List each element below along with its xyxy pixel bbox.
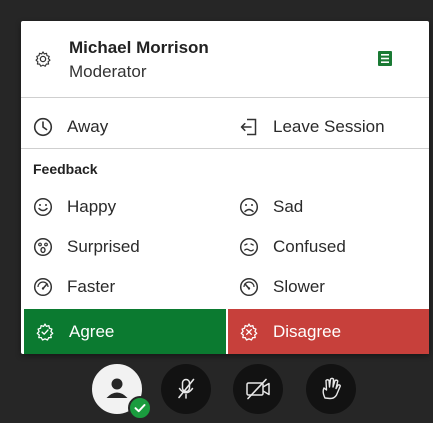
agree-icon [36, 322, 54, 341]
happy-face-icon [33, 197, 53, 217]
gear-icon[interactable] [34, 50, 52, 68]
away-label: Away [67, 117, 109, 136]
user-header: Michael Morrison Moderator [21, 21, 429, 96]
away-button[interactable]: Away [33, 113, 108, 141]
camera-off-icon [246, 378, 270, 400]
check-icon [134, 404, 146, 413]
divider [21, 148, 429, 149]
feedback-label: Sad [273, 197, 304, 216]
leave-session-label: Leave Session [273, 117, 385, 136]
media-toolbar [0, 358, 433, 420]
user-status-icon [106, 378, 128, 398]
disagree-button[interactable]: Disagree [228, 309, 429, 354]
feedback-confused-button[interactable]: Confused [239, 233, 346, 261]
camera-button[interactable] [233, 364, 283, 414]
confused-face-icon [239, 237, 259, 257]
raise-hand-icon [322, 377, 341, 400]
divider [21, 97, 429, 98]
feedback-sad-button[interactable]: Sad [239, 193, 303, 221]
feedback-label: Surprised [67, 237, 140, 256]
speedometer-slow-icon [239, 277, 259, 297]
speedometer-fast-icon [33, 277, 53, 297]
disagree-icon [240, 322, 258, 341]
feedback-label: Faster [67, 277, 116, 296]
microphone-button[interactable] [161, 364, 211, 414]
list-icon[interactable] [378, 51, 392, 66]
surprised-face-icon [33, 237, 53, 257]
agree-label: Agree [69, 321, 115, 341]
feedback-label: Slower [273, 277, 325, 296]
microphone-muted-icon [178, 378, 195, 399]
disagree-label: Disagree [273, 321, 342, 341]
user-name: Michael Morrison [69, 38, 209, 57]
feedback-label: Happy [67, 197, 117, 216]
leave-session-button[interactable]: Leave Session [239, 113, 385, 141]
sad-face-icon [239, 197, 259, 217]
feedback-label: Confused [273, 237, 346, 256]
exit-icon [240, 118, 257, 136]
feedback-surprised-button[interactable]: Surprised [33, 233, 140, 261]
user-role: Moderator [69, 62, 147, 81]
feedback-slower-button[interactable]: Slower [239, 273, 325, 301]
feedback-faster-button[interactable]: Faster [33, 273, 115, 301]
agree-button[interactable]: Agree [24, 309, 226, 354]
raise-hand-button[interactable] [306, 364, 356, 414]
clock-icon [33, 117, 53, 137]
feedback-happy-button[interactable]: Happy [33, 193, 116, 221]
status-check-badge [128, 396, 152, 420]
status-menu-panel: Michael Morrison Moderator Away Leave Se… [21, 21, 429, 354]
feedback-section-label: Feedback [33, 161, 98, 177]
